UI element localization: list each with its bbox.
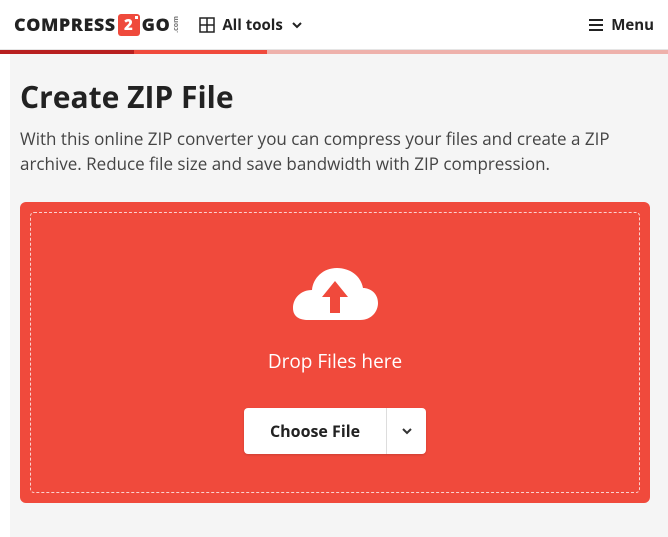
logo-badge: 2 (118, 14, 140, 36)
dropzone-container: Drop Files here Choose File (20, 202, 650, 503)
page-description: With this online ZIP converter you can c… (20, 127, 650, 176)
page-title: Create ZIP File (20, 76, 650, 117)
logo-post: GO (142, 13, 171, 37)
cloud-upload-icon (290, 265, 380, 340)
all-tools-menu[interactable]: All tools (199, 15, 304, 35)
chevron-down-icon (400, 424, 414, 438)
choose-file-button[interactable]: Choose File (244, 408, 386, 454)
hamburger-icon (588, 18, 604, 32)
logo-pre: COMPRESS (14, 13, 116, 37)
dropzone[interactable]: Drop Files here Choose File (30, 212, 640, 493)
choose-file-group: Choose File (244, 408, 426, 454)
logo[interactable]: COMPRESS 2 GO .com (14, 13, 181, 37)
drop-files-label: Drop Files here (268, 348, 402, 374)
progress-strip (0, 50, 668, 54)
logo-suffix: .com (172, 16, 181, 33)
choose-file-dropdown[interactable] (386, 408, 426, 454)
header: COMPRESS 2 GO .com All tools (0, 0, 668, 50)
chevron-down-icon (290, 18, 304, 32)
grid-icon (199, 17, 215, 33)
all-tools-label: All tools (222, 15, 283, 35)
menu-label: Menu (611, 15, 654, 35)
page-content: Create ZIP File With this online ZIP con… (0, 54, 668, 537)
menu-button[interactable]: Menu (588, 15, 654, 35)
